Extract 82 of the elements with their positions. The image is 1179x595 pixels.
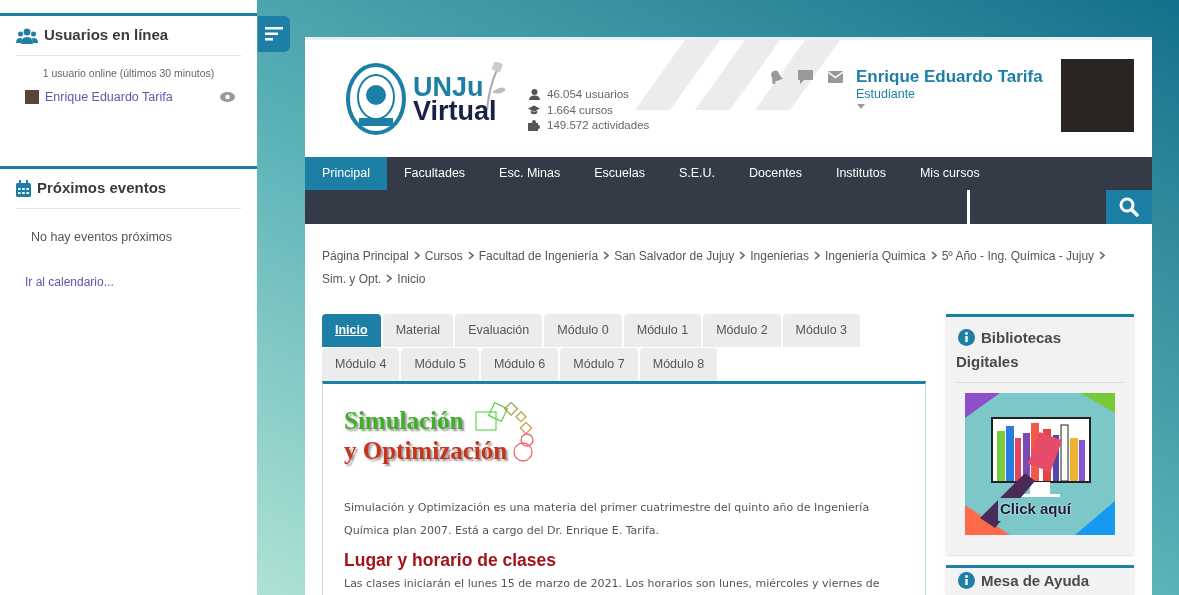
speech-bubble-icon (798, 69, 813, 84)
user-menu-button[interactable] (857, 104, 865, 109)
online-summary: 1 usuario online (últimos 30 minutos) (41, 66, 216, 81)
avatar-placeholder (25, 90, 39, 105)
course-tab[interactable]: Módulo 5 (401, 348, 479, 381)
chevron-icon (930, 251, 937, 260)
breadcrumb-link[interactable]: San Salvador de Jujuy (614, 249, 735, 263)
logo-text: UNJu (413, 75, 484, 99)
envelope-icon (828, 70, 843, 83)
breadcrumb-link[interactable]: Facultad de Ingeniería (478, 249, 599, 263)
site-stat: 149.572 actividades (547, 118, 650, 134)
user-link[interactable]: Enrique Eduardo Tarifa (45, 87, 220, 107)
info-icon (958, 572, 975, 590)
seal-emblem-icon (345, 62, 407, 136)
user-name: Enrique Eduardo Tarifa (856, 66, 1043, 88)
illustration-caption: Click aquí (998, 498, 1073, 521)
block-title: Bibliotecas Digitales (956, 328, 1063, 372)
chevron-icon (813, 251, 820, 260)
course-tab[interactable]: Módulo 4 (322, 348, 400, 381)
chevron-icon (413, 251, 420, 260)
nav-link[interactable]: S.E.U. (661, 157, 733, 190)
site-stat: 1.664 cursos (547, 102, 613, 118)
banner-title: y Optimización (344, 436, 508, 466)
drawer-toggle-button[interactable] (258, 16, 290, 52)
course-tab[interactable]: Material (382, 314, 454, 347)
breadcrumb-link[interactable]: Ingeniería Quimica (824, 249, 926, 263)
breadcrumb-link[interactable]: Sim. y Opt. (322, 272, 382, 286)
course-tab[interactable]: Módulo 0 (544, 314, 622, 347)
graduation-cap-icon (528, 105, 540, 116)
course-tab[interactable]: Módulo 3 (782, 314, 861, 347)
puzzle-icon (528, 120, 540, 132)
course-tab[interactable]: Módulo 7 (560, 348, 638, 381)
search-button[interactable] (1106, 190, 1152, 224)
breadcrumb-link[interactable]: Cursos (424, 249, 463, 263)
chevron-icon (739, 251, 746, 260)
notifications-button[interactable] (768, 69, 783, 84)
user-role: Estudiante (856, 88, 917, 101)
logo-text: Virtual (413, 99, 497, 123)
empty-message: No hay eventos próximos (31, 229, 174, 246)
nav-link[interactable]: Escuelas (577, 157, 662, 190)
site-stat: 46.054 usuarios (547, 87, 629, 103)
library-illustration[interactable]: Click aquí (965, 393, 1115, 535)
block-title: Próximos eventos (37, 178, 167, 199)
search-icon (1119, 197, 1139, 217)
course-tab[interactable]: Módulo 6 (480, 348, 559, 381)
messages-button[interactable] (798, 69, 813, 84)
chevron-icon (1099, 251, 1106, 260)
bell-icon (768, 69, 783, 84)
users-icon (16, 27, 38, 44)
chevron-icon (467, 251, 474, 260)
banner-title: Simulación (344, 406, 465, 436)
schedule-paragraph: Las clases iniciarán el lunes 15 de marzo de 2021. Los horarios son lunes, miércoles y viernes de (344, 577, 881, 591)
block-title: Mesa de Ayuda (956, 571, 1124, 591)
nav-link[interactable]: Principal (305, 157, 387, 190)
mail-button[interactable] (828, 70, 843, 83)
caret-icon (857, 104, 865, 109)
site-logo[interactable]: UNJu Virtual (345, 62, 507, 136)
breadcrumb-link[interactable]: Página Principal (322, 249, 409, 263)
calendar-link[interactable]: Ir al calendario... (25, 272, 114, 291)
nav-link[interactable]: Docentes (732, 157, 819, 190)
nav-link[interactable]: Facultades (386, 157, 483, 190)
course-tab[interactable]: Módulo 2 (703, 314, 781, 347)
user-icon (528, 89, 540, 101)
block-title: Usuarios en línea (44, 25, 169, 46)
course-tab[interactable]: Módulo 8 (639, 348, 718, 381)
course-tab[interactable]: Inicio (322, 314, 381, 347)
info-icon (958, 329, 975, 347)
menu-icon (265, 27, 283, 41)
chevron-icon (386, 274, 393, 283)
course-tab[interactable]: Evaluación (455, 314, 543, 347)
nav-link[interactable]: Esc. Minas (482, 157, 578, 190)
section-heading: Lugar y horario de clases (344, 549, 558, 572)
breadcrumb-current[interactable]: Inicio (397, 272, 426, 286)
calendar-icon (16, 180, 31, 197)
breadcrumb-link[interactable]: Ingenierias (750, 249, 809, 263)
chevron-icon (603, 251, 610, 260)
course-tab[interactable]: Módulo 1 (623, 314, 702, 347)
nav-link[interactable]: Institutos (818, 157, 903, 190)
intro-paragraph: Simulación y Optimización es una materia del primer cuatrimestre del quinto año de Ingeniería Química plan 2007. Está a cargo del Dr. Enrique E. Tarifa. (344, 500, 871, 539)
breadcrumb-link[interactable]: 5º Año - Ing. Química - Jujuy (941, 249, 1095, 263)
nav-link[interactable]: Mis cursos (902, 157, 997, 190)
eye-icon (220, 92, 235, 103)
